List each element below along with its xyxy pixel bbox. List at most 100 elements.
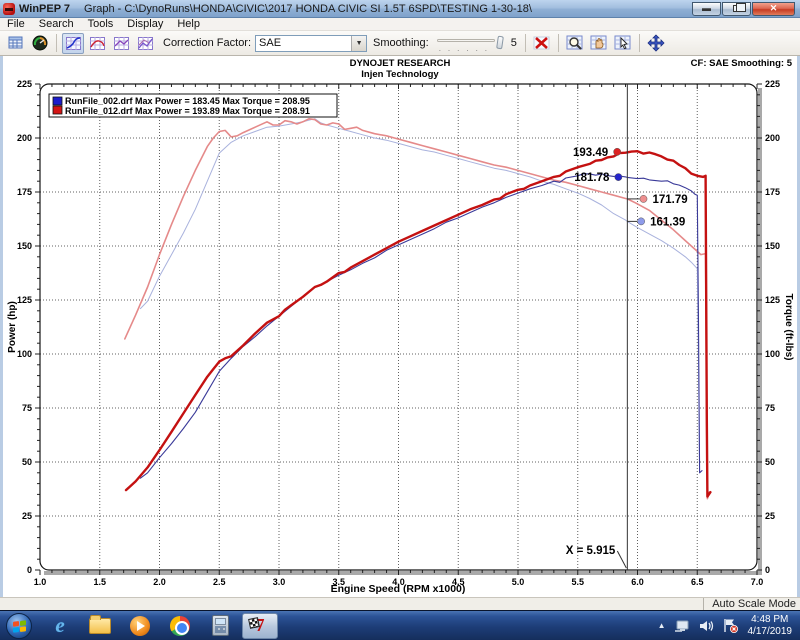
- red-x-icon: [533, 35, 551, 51]
- cursor-marker-label: 193.49: [573, 147, 608, 159]
- cursor-marker-dot: [614, 148, 621, 155]
- minimize-button[interactable]: ▬: [692, 2, 721, 16]
- menu-tools[interactable]: Tools: [81, 18, 121, 30]
- smoothing-value: 5: [511, 37, 517, 49]
- graph-blue-icon: [66, 37, 81, 50]
- taskbar-calculator[interactable]: [202, 613, 238, 639]
- plot-shadow-right: [758, 88, 762, 574]
- svg-text:75: 75: [765, 403, 775, 413]
- svg-text:5.0: 5.0: [512, 577, 525, 587]
- menu-help[interactable]: Help: [170, 18, 207, 30]
- volume-icon[interactable]: [698, 619, 714, 633]
- svg-text:7.0: 7.0: [751, 577, 764, 587]
- dyno-curves: [125, 119, 711, 499]
- cursor-marker-dot: [640, 195, 647, 202]
- graph-view-3-button[interactable]: [110, 33, 132, 54]
- legend-run002: RunFile_002.drf Max Power = 183.45 Max T…: [65, 96, 310, 106]
- smoothing-label: Smoothing:: [373, 37, 429, 49]
- taskbar-internet-explorer[interactable]: e: [42, 613, 78, 639]
- gauge-button[interactable]: [29, 33, 51, 54]
- combo-dropdown-icon[interactable]: ▼: [351, 36, 366, 51]
- close-button[interactable]: ✕: [752, 2, 795, 16]
- menu-display[interactable]: Display: [120, 18, 170, 30]
- svg-text:6.5: 6.5: [691, 577, 704, 587]
- slider-handle[interactable]: [496, 36, 504, 50]
- hand-icon: [590, 35, 608, 51]
- toolbar: Correction Factor: SAE ▼ Smoothing: ....…: [0, 31, 800, 56]
- cursor-layer[interactable]: 193.49181.78171.79161.39X = 5.915: [566, 84, 688, 570]
- network-icon[interactable]: [674, 619, 690, 633]
- winpep-app-icon: [3, 3, 15, 15]
- gauge-icon: [32, 35, 48, 51]
- svg-text:25: 25: [22, 511, 32, 521]
- taskbar-winpep-active[interactable]: 7: [242, 613, 278, 639]
- menu-search[interactable]: Search: [32, 18, 81, 30]
- curve-runfile-002-power: [140, 174, 702, 479]
- start-button[interactable]: [6, 613, 32, 639]
- svg-text:75: 75: [22, 403, 32, 413]
- smoothing-slider[interactable]: ......: [437, 36, 503, 50]
- move-cross-icon: [647, 34, 665, 52]
- runs-table-button[interactable]: [5, 33, 27, 54]
- internet-explorer-icon: e: [55, 613, 64, 638]
- action-center-flag-icon[interactable]: [722, 618, 738, 633]
- correction-factor-label: Correction Factor:: [163, 37, 251, 49]
- svg-text:200: 200: [765, 133, 780, 143]
- title-bar: WinPEP 7 Graph - C:\DynoRuns\HONDA\CIVIC…: [0, 0, 800, 18]
- svg-text:2.5: 2.5: [213, 577, 226, 587]
- tray-clock[interactable]: 4:48 PM 4/17/2019: [748, 614, 793, 638]
- graph-red-icon: [90, 37, 105, 50]
- taskbar-file-explorer[interactable]: [82, 613, 118, 639]
- svg-text:50: 50: [22, 457, 32, 467]
- cursor-x-label: X = 5.915: [566, 545, 616, 557]
- x-axis-title: Engine Speed (RPM x1000): [331, 583, 466, 595]
- tray-expand-icon[interactable]: ▲: [658, 621, 666, 630]
- clock-date: 4/17/2019: [748, 626, 793, 638]
- svg-text:25: 25: [765, 511, 775, 521]
- taskbar-media-player[interactable]: [122, 613, 158, 639]
- svg-text:1.5: 1.5: [93, 577, 106, 587]
- select-graph-button[interactable]: [612, 33, 634, 54]
- svg-text:2.0: 2.0: [153, 577, 166, 587]
- plot-shadow-bottom: [44, 571, 762, 575]
- restore-button[interactable]: [722, 2, 751, 16]
- move-cursor-button[interactable]: [645, 33, 667, 54]
- toolbar-separator: [56, 34, 57, 52]
- cursor-marker-dot: [637, 218, 644, 225]
- cursor-marker-dot: [615, 173, 622, 180]
- slider-groove: [437, 39, 495, 42]
- svg-text:150: 150: [17, 241, 32, 251]
- svg-text:1.0: 1.0: [34, 577, 47, 587]
- calculator-icon: [212, 615, 229, 636]
- graph-view-1-button[interactable]: [62, 33, 84, 54]
- svg-text:0: 0: [765, 565, 770, 575]
- zoom-graph-button[interactable]: [564, 33, 586, 54]
- delete-graph-button[interactable]: [531, 33, 553, 54]
- svg-text:3.0: 3.0: [273, 577, 286, 587]
- menu-file[interactable]: File: [0, 18, 32, 30]
- dyno-plot[interactable]: DYNOJET RESEARCH Injen Technology CF: SA…: [3, 56, 797, 597]
- graph-view-2-button[interactable]: [86, 33, 108, 54]
- svg-text:150: 150: [765, 241, 780, 251]
- toolbar-separator: [639, 34, 640, 52]
- svg-text:100: 100: [17, 349, 32, 359]
- pan-graph-button[interactable]: [588, 33, 610, 54]
- curve-runfile-012-power: [126, 151, 710, 496]
- chrome-icon: [170, 616, 190, 636]
- graph-overlay-icon: [114, 37, 129, 50]
- svg-text:175: 175: [17, 187, 32, 197]
- header-line2: Injen Technology: [361, 69, 439, 80]
- grid-lines: [40, 84, 757, 570]
- svg-text:125: 125: [765, 295, 780, 305]
- system-tray: ▲ 4:48 PM 4/17/2019: [658, 614, 800, 638]
- clock-time: 4:48 PM: [748, 614, 793, 626]
- svg-text:200: 200: [17, 133, 32, 143]
- svg-text:225: 225: [17, 79, 32, 89]
- table-icon: [8, 36, 24, 50]
- taskbar-chrome[interactable]: [162, 613, 198, 639]
- legend-swatch-run002: [53, 97, 62, 105]
- correction-factor-select[interactable]: SAE ▼: [255, 35, 367, 52]
- cursor-marker-label: 181.78: [574, 172, 610, 184]
- pointer-icon: [614, 35, 632, 51]
- graph-view-4-button[interactable]: [134, 33, 156, 54]
